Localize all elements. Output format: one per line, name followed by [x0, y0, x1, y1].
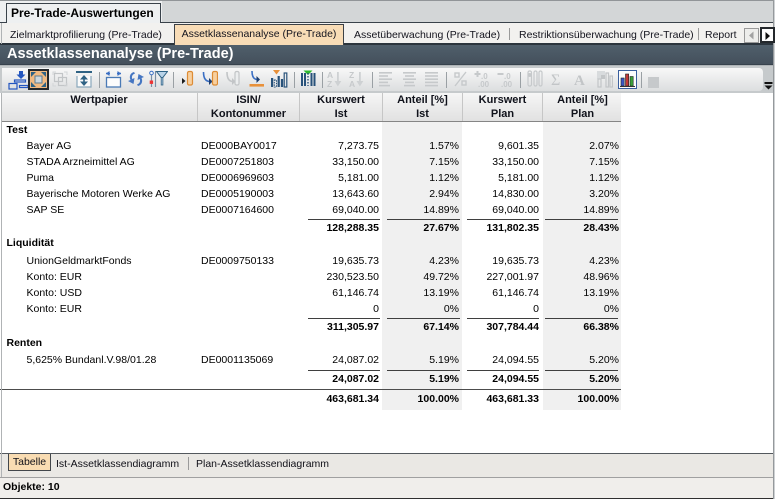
svg-text:.00: .00 — [501, 80, 513, 88]
svg-text:.00: .00 — [478, 80, 490, 88]
svg-text:A: A — [574, 73, 585, 88]
svg-text:Z: Z — [327, 79, 332, 88]
svg-text:Σ: Σ — [551, 72, 560, 88]
svg-text:A: A — [349, 79, 355, 88]
